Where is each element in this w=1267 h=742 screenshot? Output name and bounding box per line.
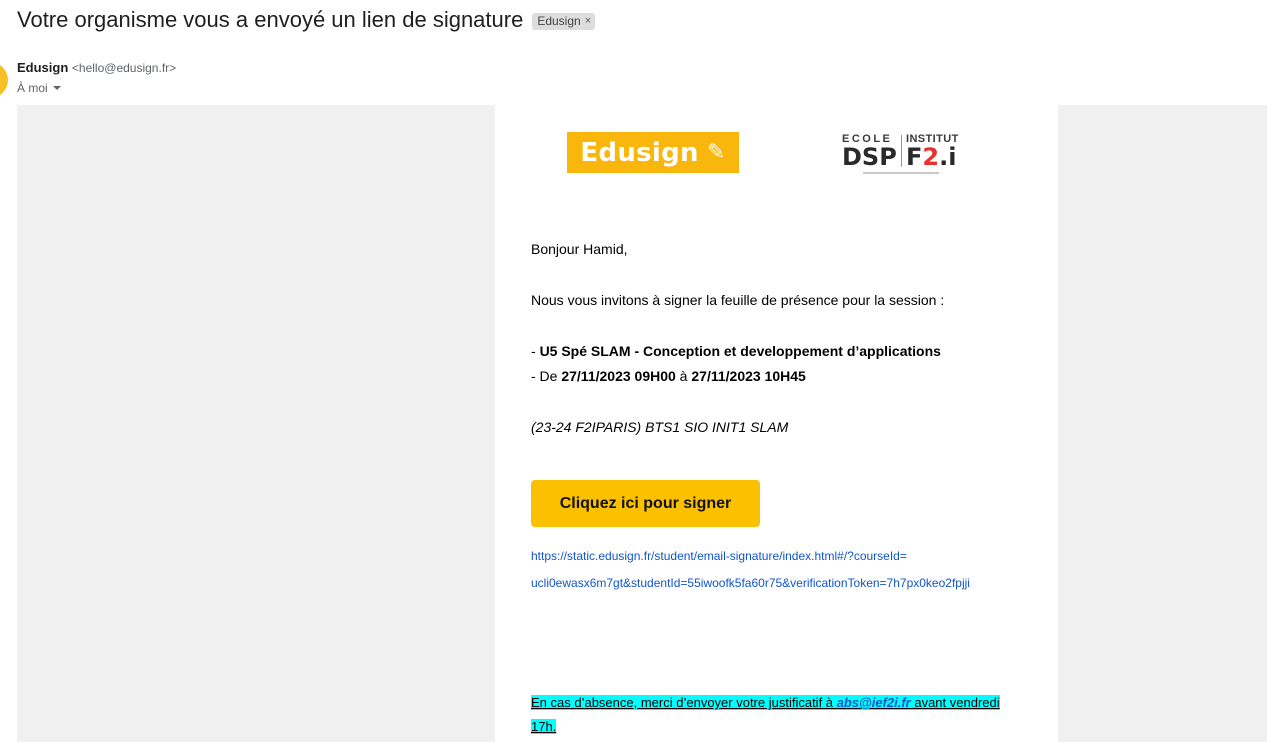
sign-button[interactable]: Cliquez ici pour signer [531, 480, 760, 527]
recipient-text: À moi [17, 81, 48, 95]
greeting: Bonjour Hamid, [531, 241, 628, 257]
signature-link-line2[interactable]: ucli0ewasx6m7gt&studentId=55iwoofk5fa60r… [531, 576, 970, 590]
school-logo: ECOLE INSTITUT DSP F2.i [842, 133, 960, 179]
remove-label-icon[interactable]: × [585, 15, 591, 27]
course-name: U5 Spé SLAM - Conception et developpemen… [539, 343, 941, 359]
date-start: 27/11/2023 09H00 [561, 368, 676, 384]
signature-link-line1[interactable]: https://static.edusign.fr/student/email-… [531, 549, 907, 563]
course-line: - U5 Spé SLAM - Conception et developpem… [531, 343, 941, 359]
school-logo-dsp: DSP [842, 143, 897, 171]
group-name: (23-24 F2IPARIS) BTS1 SIO INIT1 SLAM [531, 419, 789, 435]
edusign-logo: Edusign ✎ [567, 132, 739, 173]
sender-line: Edusign <hello@edusign.fr> [17, 60, 176, 75]
chevron-down-icon [52, 86, 61, 90]
school-logo-tagline [863, 172, 939, 174]
recipient-dropdown[interactable]: À moi [17, 81, 61, 95]
label-chip-text: Edusign [537, 13, 581, 28]
absence-email-link[interactable]: abs@ief2i.fr [837, 695, 911, 710]
label-chip[interactable]: Edusign × [532, 12, 596, 30]
absence-notice: En cas d’absence, merci d’envoyer votre … [531, 695, 1000, 734]
feather-icon: ✎ [706, 140, 726, 165]
school-logo-divider [901, 135, 902, 167]
sender-email: <hello@edusign.fr> [71, 61, 177, 75]
email-subject: Votre organisme vous a envoyé un lien de… [17, 7, 596, 33]
sender-avatar[interactable] [0, 62, 8, 98]
sender-name[interactable]: Edusign [17, 60, 68, 75]
subject-text: Votre organisme vous a envoyé un lien de… [17, 7, 524, 32]
date-end: 27/11/2023 10H45 [691, 368, 806, 384]
date-line: - De 27/11/2023 09H00 à 27/11/2023 10H45 [531, 368, 806, 384]
invite-text: Nous vous invitons à signer la feuille d… [531, 292, 945, 308]
school-logo-f2i: F2.i [906, 143, 957, 171]
edusign-logo-text: Edusign [580, 137, 699, 168]
